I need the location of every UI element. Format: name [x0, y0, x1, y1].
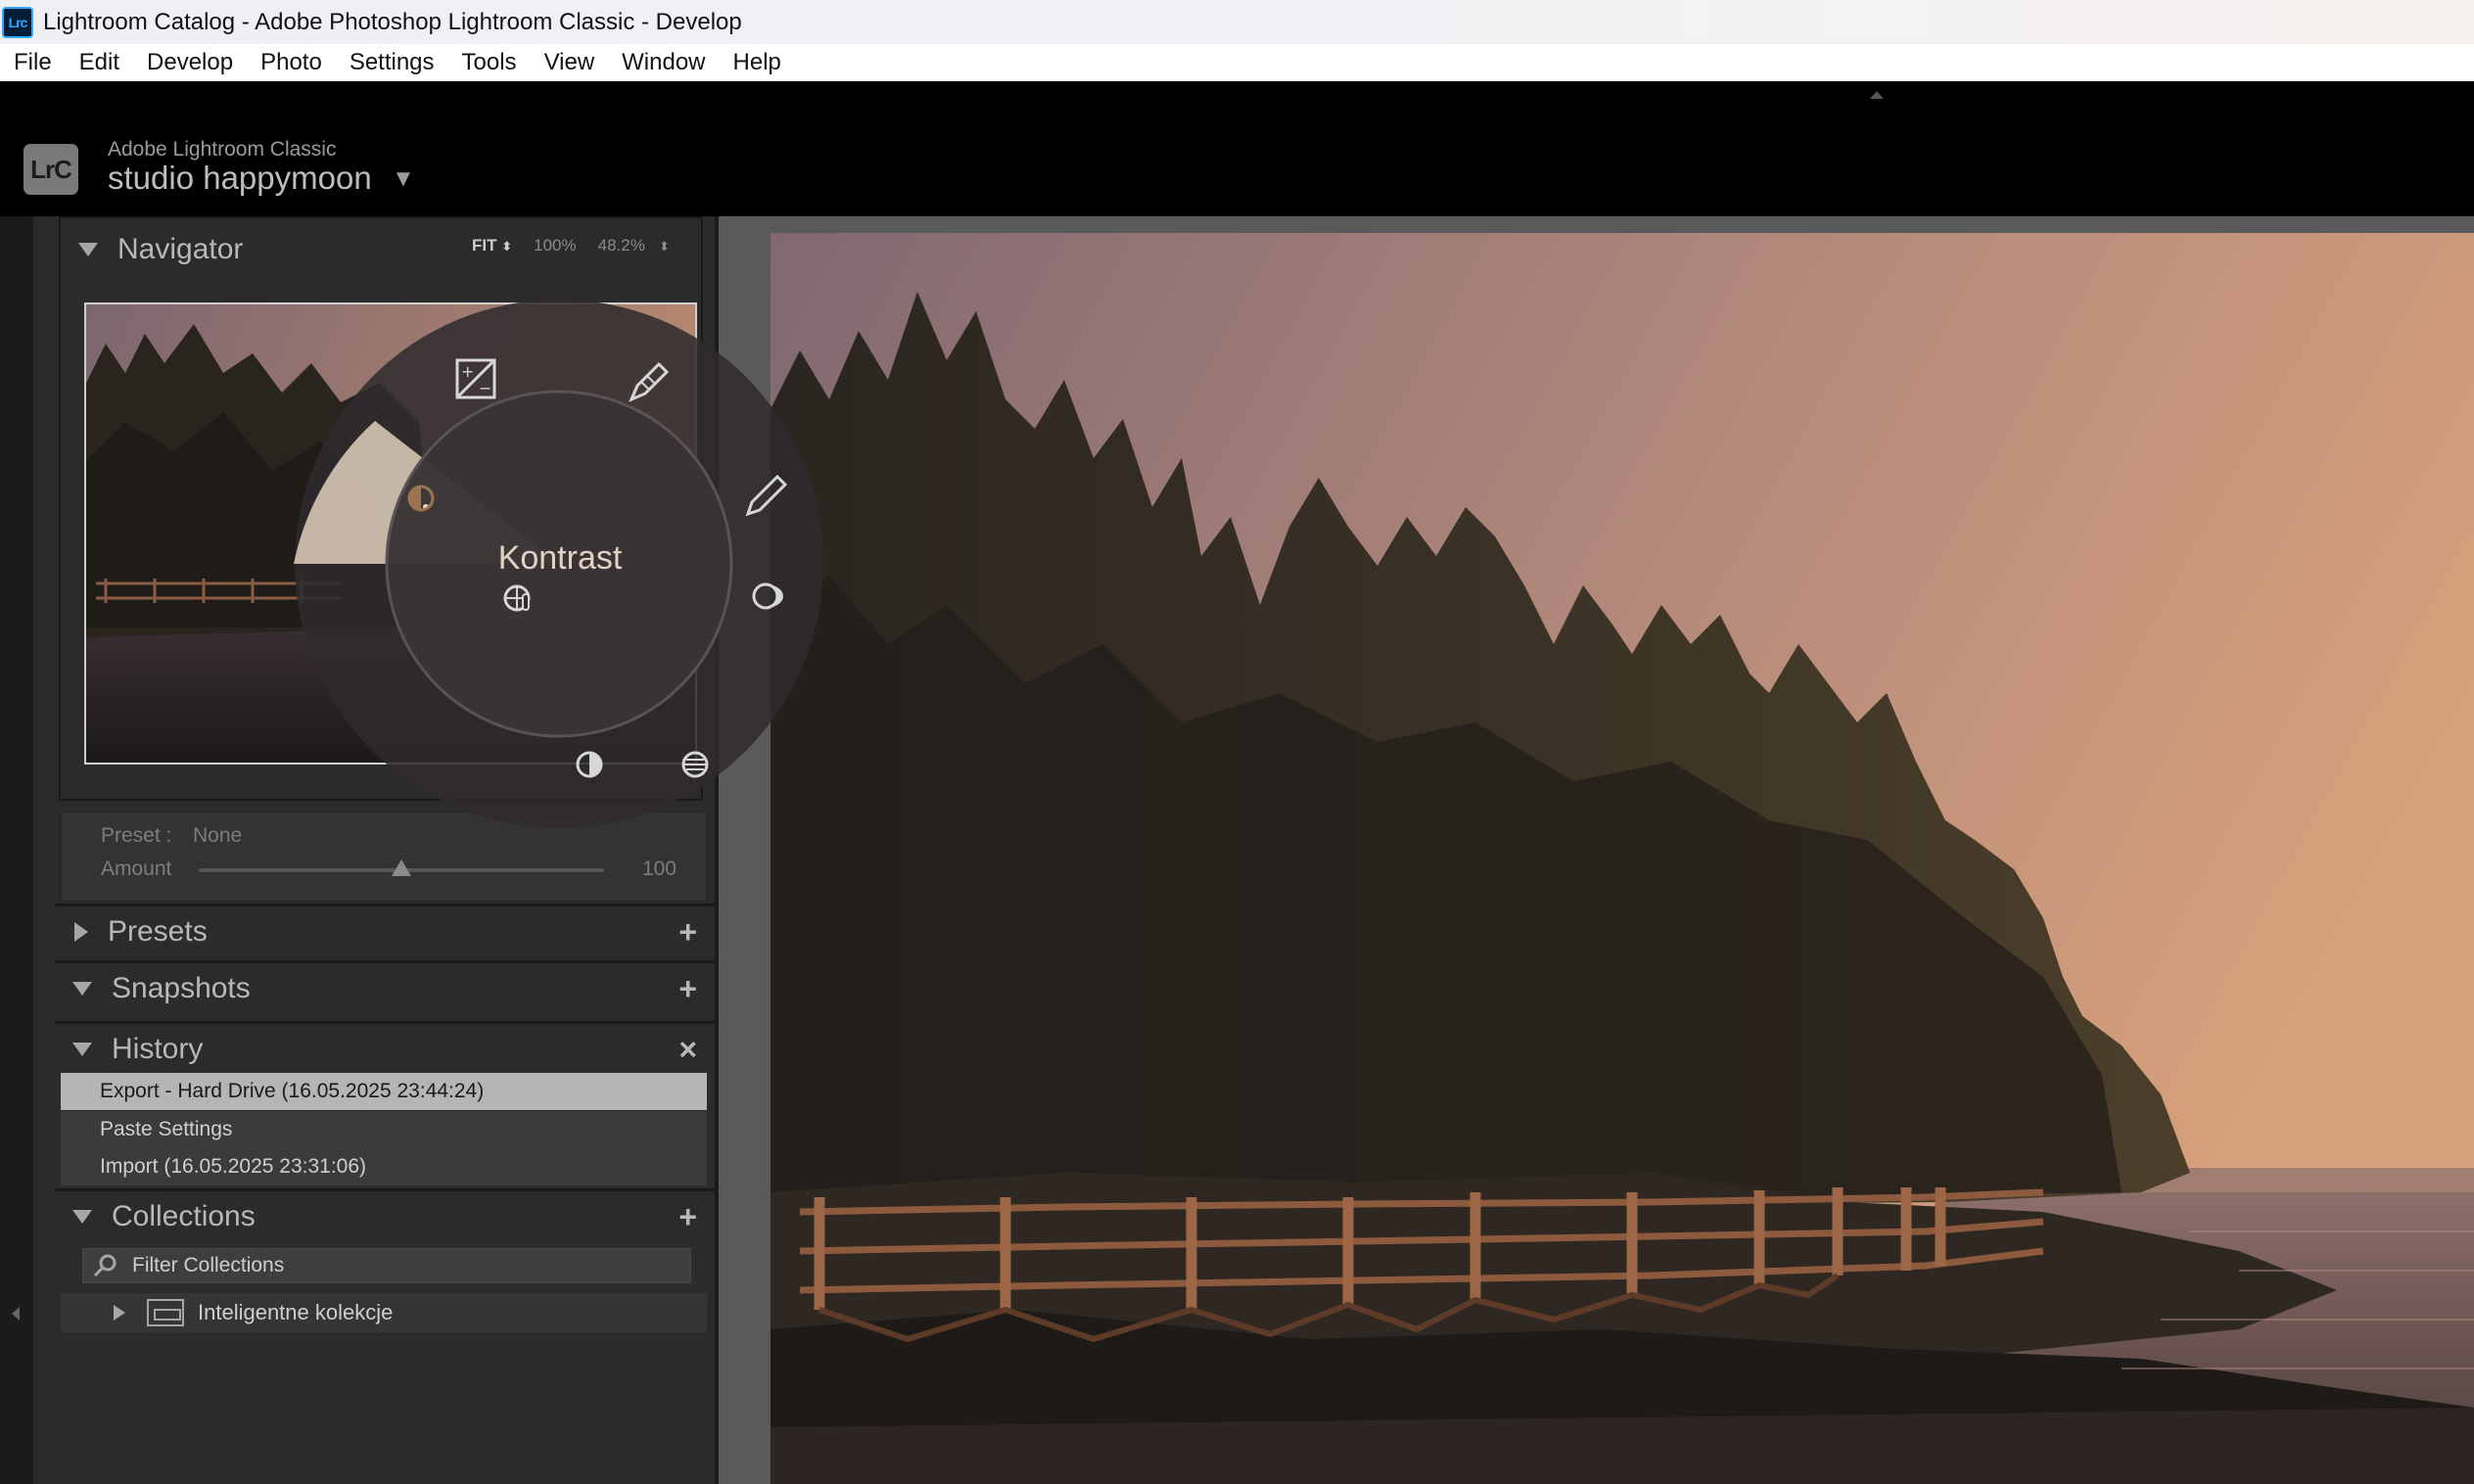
history-item[interactable]: Import (16.05.2025 23:31:06) [61, 1148, 707, 1185]
history-item[interactable]: Export - Hard Drive (16.05.2025 23:44:24… [61, 1073, 707, 1110]
snapshots-title: Snapshots [112, 972, 251, 1004]
collapse-triangle-icon[interactable] [78, 243, 98, 256]
history-title: History [112, 1033, 204, 1065]
navigator-title: Navigator [117, 233, 244, 265]
filter-collections-placeholder: Filter Collections [132, 1254, 285, 1276]
menu-window[interactable]: Window [622, 49, 705, 76]
zoom-custom-arrows-icon: ⬍ [659, 239, 670, 254]
collapse-triangle-icon[interactable] [72, 982, 92, 996]
history-item[interactable]: Paste Settings [61, 1111, 707, 1148]
menu-develop[interactable]: Develop [147, 49, 233, 76]
menu-photo[interactable]: Photo [260, 49, 322, 76]
amount-value: 100 [641, 858, 677, 880]
identity-plate: LrC Adobe Lightroom Classic studio happy… [0, 81, 2474, 216]
menu-view[interactable]: View [544, 49, 595, 76]
left-panel-edge [33, 216, 55, 1484]
add-snapshot-icon[interactable]: + [678, 971, 697, 1007]
zoom-fit-button[interactable]: FIT ⬍ [472, 236, 512, 255]
collapse-triangle-icon[interactable] [72, 1210, 92, 1224]
search-icon [93, 1254, 117, 1277]
history-header[interactable]: History × [55, 1024, 715, 1075]
collections-title: Collections [112, 1200, 256, 1232]
preset-label: Preset : [101, 824, 172, 847]
develop-photo [770, 233, 2474, 1484]
menu-bar: File Edit Develop Photo Settings Tools V… [0, 44, 2474, 81]
window-title: Lightroom Catalog - Adobe Photoshop Ligh… [43, 8, 742, 35]
collapse-left-panel-icon[interactable] [12, 1307, 20, 1321]
clear-history-icon[interactable]: × [678, 1032, 697, 1068]
window-title-bar: Lrc Lightroom Catalog - Adobe Photoshop … [0, 0, 2474, 44]
add-collection-icon[interactable]: + [678, 1199, 697, 1235]
expand-triangle-icon[interactable] [114, 1305, 125, 1321]
expand-triangle-icon[interactable] [74, 922, 88, 942]
menu-edit[interactable]: Edit [79, 49, 119, 76]
zoom-arrows-icon: ⬍ [501, 239, 513, 254]
menu-settings[interactable]: Settings [350, 49, 435, 76]
preset-value: None [193, 824, 243, 847]
amount-label: Amount [101, 858, 172, 880]
presets-header[interactable]: Presets + [55, 906, 715, 957]
svg-text:−: − [479, 379, 491, 397]
lrc-logo: LrC [23, 144, 78, 195]
temperature-icon[interactable] [503, 584, 531, 612]
collection-set-row[interactable]: Inteligentne kolekcje [61, 1293, 707, 1332]
collapse-top-panel-icon[interactable] [1870, 91, 1884, 99]
collections-header[interactable]: Collections + [55, 1191, 715, 1242]
snapshots-header[interactable]: Snapshots + [55, 963, 715, 1014]
svg-text:+: + [461, 362, 474, 381]
add-preset-icon[interactable]: + [678, 914, 697, 951]
filter-collections-input[interactable]: Filter Collections [82, 1248, 691, 1283]
zoom-100-button[interactable]: 100% [534, 236, 576, 255]
left-panel-empty-space [55, 1337, 715, 1484]
radial-menu-center-label: Kontrast [497, 539, 623, 577]
zoom-custom-button[interactable]: 48.2% ⬍ [598, 236, 670, 255]
identity-dropdown-icon[interactable]: ▼ [392, 165, 415, 193]
identity-title[interactable]: studio happymoon [108, 160, 372, 197]
collapse-triangle-icon[interactable] [72, 1043, 92, 1056]
amount-slider-thumb[interactable] [392, 859, 411, 876]
collection-set-icon [147, 1299, 184, 1326]
lightroom-app-icon: Lrc [2, 6, 33, 38]
left-gutter [0, 216, 33, 1484]
collection-set-label: Inteligentne kolekcje [198, 1300, 394, 1324]
presets-title: Presets [108, 915, 208, 948]
main-photo[interactable] [770, 233, 2474, 1484]
menu-help[interactable]: Help [733, 49, 781, 76]
menu-tools[interactable]: Tools [462, 49, 517, 76]
menu-file[interactable]: File [14, 49, 52, 76]
navigator-zoom-controls: FIT ⬍ 100% 48.2% ⬍ [472, 236, 670, 255]
identity-subtitle: Adobe Lightroom Classic [108, 138, 337, 161]
